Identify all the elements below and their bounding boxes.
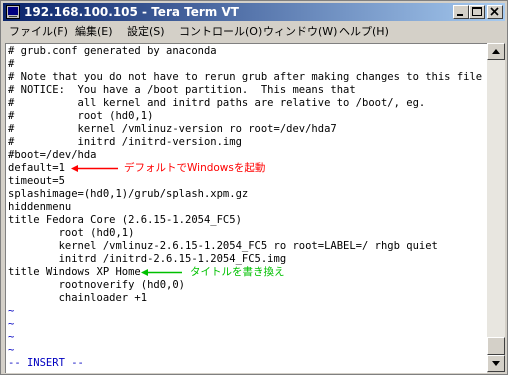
tera-term-window: 192.168.100.105 - Tera Term VT ファイル(F) 編… <box>0 0 508 375</box>
terminal-line: splashimage=(hd0,1)/grub/splash.xpm.gz <box>8 188 249 200</box>
terminal-line-windows-title: title Windows XP Home <box>8 266 141 278</box>
vertical-scrollbar[interactable] <box>487 43 505 372</box>
terminal-line: chainloader +1 <box>8 292 148 304</box>
menu-help[interactable]: ヘルプ(H) <box>339 22 389 41</box>
menu-edit[interactable]: 編集(E) <box>75 22 113 41</box>
menu-bar: ファイル(F) 編集(E) 設定(S) コントロール(O) ウィンドウ(W) ヘ… <box>3 22 505 41</box>
terminal-line: # <box>8 58 15 70</box>
maximize-button[interactable] <box>469 5 485 19</box>
annotation-default-windows: デフォルトでWindowsを起動 <box>124 162 266 174</box>
terminal-line: timeout=5 <box>8 175 65 187</box>
maximize-icon <box>472 7 482 16</box>
minimize-icon <box>457 14 463 16</box>
menu-file[interactable]: ファイル(F) <box>9 22 68 41</box>
terminal-line: title Fedora Core (2.6.15-1.2054_FC5) <box>8 214 242 226</box>
close-button[interactable] <box>487 5 503 19</box>
terminal-line-default: default=1 <box>8 162 65 174</box>
terminal-line: # kernel /vmlinuz-version ro root=/dev/h… <box>8 123 337 135</box>
scroll-thumb[interactable] <box>487 337 505 355</box>
close-icon <box>490 7 499 16</box>
window-title: 192.168.100.105 - Tera Term VT <box>24 5 239 19</box>
terminal-line: root (hd0,1) <box>8 227 135 239</box>
menu-settings[interactable]: 設定(S) <box>127 22 165 41</box>
empty-line-tilde: ~ <box>8 305 15 317</box>
terminal-line: # Note that you do not have to rerun gru… <box>8 71 483 83</box>
terminal-line: kernel /vmlinuz-2.6.15-1.2054_FC5 ro roo… <box>8 240 438 252</box>
empty-line-tilde: ~ <box>8 331 15 343</box>
title-bar[interactable]: 192.168.100.105 - Tera Term VT <box>3 3 505 21</box>
vim-mode-status: -- INSERT -- <box>8 357 84 369</box>
terminal-line: initrd /initrd-2.6.15-1.2054_FC5.img <box>8 253 287 265</box>
menu-window[interactable]: ウィンドウ(W) <box>263 22 337 41</box>
scroll-down-arrow-icon <box>492 361 500 366</box>
terminal-line: # NOTICE: You have a /boot partition. Th… <box>8 84 356 96</box>
terminal-line: # initrd /initrd-version.img <box>8 136 242 148</box>
scroll-up-button[interactable] <box>487 43 505 60</box>
terminal-line: # grub.conf generated by anaconda <box>8 45 217 57</box>
menu-control[interactable]: コントロール(O) <box>179 22 262 41</box>
scroll-down-button[interactable] <box>487 355 505 372</box>
terminal-line: #boot=/dev/hda <box>8 149 97 161</box>
red-arrow-icon <box>71 165 118 172</box>
terminal-line: rootnoverify (hd0,0) <box>8 279 186 291</box>
scroll-up-arrow-icon <box>492 49 500 54</box>
terminal-line: hiddenmenu <box>8 201 72 213</box>
terminal-line: # all kernel and initrd paths are relati… <box>8 97 426 109</box>
minimize-button[interactable] <box>453 5 469 19</box>
annotation-rename-title: タイトルを書き換え <box>190 266 285 278</box>
tera-term-icon[interactable] <box>6 5 20 19</box>
terminal-screen[interactable]: # grub.conf generated by anaconda # # No… <box>5 43 487 373</box>
empty-line-tilde: ~ <box>8 318 15 330</box>
empty-line-tilde: ~ <box>8 344 15 356</box>
green-arrow-icon <box>141 269 182 276</box>
terminal-line: # root (hd0,1) <box>8 110 154 122</box>
